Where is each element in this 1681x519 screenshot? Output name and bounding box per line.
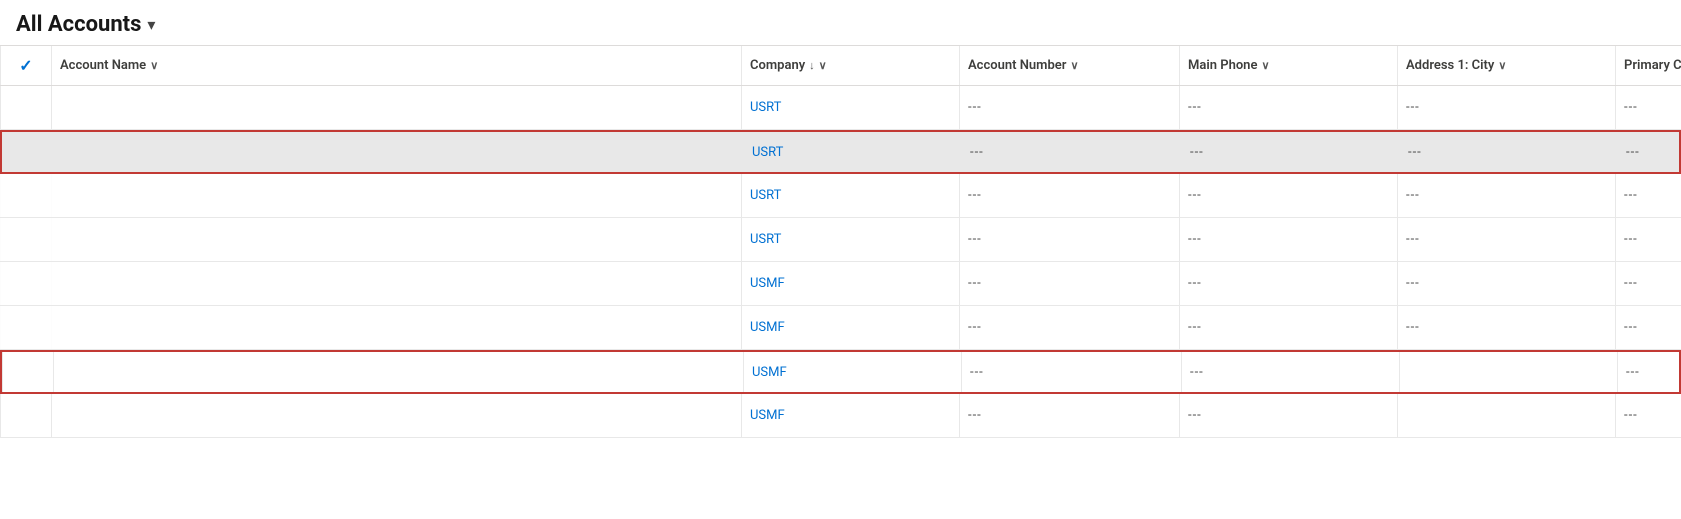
table-row[interactable]: USMF --- --- ---	[0, 394, 1681, 438]
td-company[interactable]: USMF	[742, 394, 960, 437]
td-primary-contact: ---	[1618, 132, 1681, 172]
accounts-table: ✓ Account Name ∨ Company ↓ ∨ Account Num…	[0, 45, 1681, 438]
td-account-name[interactable]	[52, 306, 742, 349]
th-account-name-label: Account Name	[60, 58, 146, 73]
td-account-number: ---	[962, 132, 1182, 172]
td-address-city: ---	[1398, 262, 1616, 305]
td-account-name[interactable]	[52, 174, 742, 217]
td-main-phone: ---	[1180, 218, 1398, 261]
td-main-phone: ---	[1180, 262, 1398, 305]
td-account-name[interactable]	[52, 218, 742, 261]
th-account-number-chevron-icon: ∨	[1070, 59, 1078, 72]
td-primary-contact: ---	[1616, 306, 1681, 349]
td-main-phone: ---	[1180, 306, 1398, 349]
td-main-phone: ---	[1180, 394, 1398, 437]
td-check	[0, 218, 52, 261]
td-account-number: ---	[960, 86, 1180, 129]
td-main-phone: ---	[1180, 174, 1398, 217]
th-main-phone[interactable]: Main Phone ∨	[1180, 46, 1398, 85]
td-check	[2, 352, 54, 392]
td-account-name[interactable]	[54, 132, 744, 172]
td-main-phone: ---	[1180, 86, 1398, 129]
td-account-number: ---	[960, 174, 1180, 217]
td-primary-contact: ---	[1616, 262, 1681, 305]
td-check	[0, 262, 52, 305]
th-company-sort-icon: ↓	[809, 59, 815, 72]
table-row[interactable]: USRT --- --- --- ---	[0, 130, 1681, 174]
td-main-phone: ---	[1182, 352, 1400, 392]
td-account-number: ---	[962, 352, 1182, 392]
td-account-number: ---	[960, 306, 1180, 349]
th-account-number[interactable]: Account Number ∨	[960, 46, 1180, 85]
table-row[interactable]: USRT --- --- --- ---	[0, 86, 1681, 130]
th-main-phone-chevron-icon: ∨	[1261, 59, 1269, 72]
td-address-city	[1400, 352, 1618, 392]
table-body: USRT --- --- --- --- USRT --- --- --- --…	[0, 86, 1681, 438]
td-address-city	[1398, 394, 1616, 437]
td-company[interactable]: USRT	[742, 86, 960, 129]
table-row[interactable]: USRT --- --- --- ---	[0, 218, 1681, 262]
page-wrapper: All Accounts ▾ ✓ Account Name ∨ Company …	[0, 0, 1681, 519]
td-account-name[interactable]	[52, 394, 742, 437]
table-header-row: ✓ Account Name ∨ Company ↓ ∨ Account Num…	[0, 46, 1681, 86]
th-primary-contact[interactable]: Primary Contact ∨	[1616, 46, 1681, 85]
td-company[interactable]: USMF	[742, 262, 960, 305]
td-company[interactable]: USMF	[742, 306, 960, 349]
td-check	[0, 306, 52, 349]
td-main-phone: ---	[1182, 132, 1400, 172]
table-row[interactable]: USMF --- --- --- ---	[0, 262, 1681, 306]
th-address-city-chevron-icon: ∨	[1498, 59, 1506, 72]
td-address-city: ---	[1398, 174, 1616, 217]
th-company-chevron-icon: ∨	[819, 59, 827, 72]
th-account-number-label: Account Number	[968, 58, 1066, 73]
td-primary-contact: ---	[1618, 352, 1681, 392]
header: All Accounts ▾	[0, 0, 1681, 45]
td-primary-contact: ---	[1616, 394, 1681, 437]
td-account-number: ---	[960, 262, 1180, 305]
table-row[interactable]: USRT --- --- --- ---	[0, 174, 1681, 218]
th-address-city[interactable]: Address 1: City ∨	[1398, 46, 1616, 85]
th-account-name[interactable]: Account Name ∨	[52, 46, 742, 85]
td-check	[0, 174, 52, 217]
td-company[interactable]: USRT	[744, 132, 962, 172]
td-check	[2, 132, 54, 172]
th-address-city-label: Address 1: City	[1406, 58, 1494, 73]
th-main-phone-label: Main Phone	[1188, 58, 1257, 73]
td-company[interactable]: USRT	[742, 218, 960, 261]
th-check[interactable]: ✓	[0, 46, 52, 85]
th-company-label: Company	[750, 58, 805, 73]
td-account-number: ---	[960, 394, 1180, 437]
td-company[interactable]: USMF	[744, 352, 962, 392]
td-primary-contact: ---	[1616, 218, 1681, 261]
td-primary-contact: ---	[1616, 174, 1681, 217]
title-chevron-icon[interactable]: ▾	[147, 15, 155, 34]
td-address-city: ---	[1398, 86, 1616, 129]
th-account-name-chevron-icon: ∨	[150, 59, 158, 72]
td-account-name[interactable]	[52, 86, 742, 129]
td-address-city: ---	[1398, 218, 1616, 261]
td-address-city: ---	[1400, 132, 1618, 172]
td-account-name[interactable]	[54, 352, 744, 392]
th-company[interactable]: Company ↓ ∨	[742, 46, 960, 85]
table-row[interactable]: USMF --- --- ---	[0, 350, 1681, 394]
page-title: All Accounts	[16, 12, 141, 37]
td-primary-contact: ---	[1616, 86, 1681, 129]
td-check	[0, 86, 52, 129]
td-account-name[interactable]	[52, 262, 742, 305]
th-primary-contact-label: Primary Contact	[1624, 58, 1681, 73]
td-address-city: ---	[1398, 306, 1616, 349]
td-company[interactable]: USRT	[742, 174, 960, 217]
td-account-number: ---	[960, 218, 1180, 261]
check-icon: ✓	[19, 56, 32, 75]
table-row[interactable]: USMF --- --- --- ---	[0, 306, 1681, 350]
td-check	[0, 394, 52, 437]
